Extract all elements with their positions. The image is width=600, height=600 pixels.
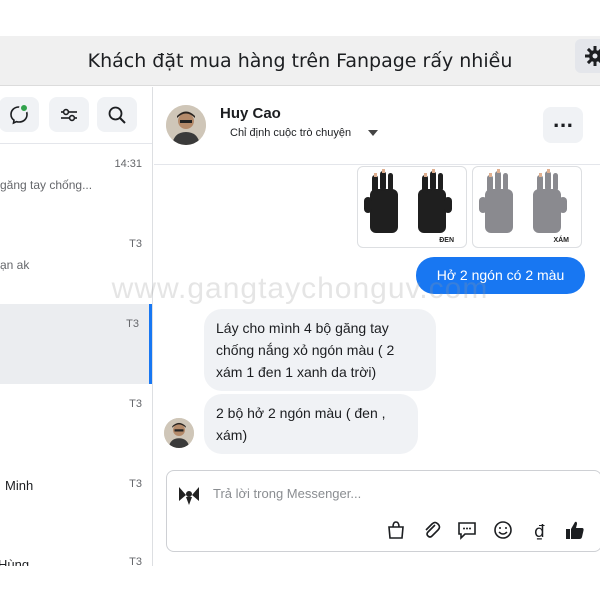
page-title: Khách đặt mua hàng trên Fanpage rấy nhiề… [87, 50, 513, 72]
conversation-list-panel: 14:31 găng tay chống... T3 ạn ak T3 T3 T… [0, 87, 153, 567]
glove-image [364, 169, 452, 233]
svg-text:₫: ₫ [534, 522, 545, 541]
contact-avatar[interactable] [166, 105, 206, 145]
conversation-time: 14:31 [114, 158, 142, 170]
conversation-item[interactable]: T3 [0, 384, 152, 464]
settings-button[interactable] [575, 39, 600, 73]
conversation-item[interactable]: T3 Minh [0, 464, 152, 544]
search-icon [108, 106, 126, 124]
glove-shape [364, 171, 452, 233]
glove-image [479, 169, 567, 233]
conversation-item[interactable]: 14:31 găng tay chống... [0, 144, 152, 224]
thumbs-up-icon[interactable] [564, 519, 586, 541]
contact-avatar-small [164, 418, 194, 448]
conversation-time: T3 [129, 238, 142, 250]
outgoing-message: Hở 2 ngón có 2 màu [416, 257, 585, 294]
incoming-message: 2 bộ hở 2 ngón màu ( đen , xám) [204, 394, 418, 454]
currency-dong-icon[interactable]: ₫ [528, 519, 550, 541]
top-margin [0, 0, 600, 36]
sliders-icon [61, 108, 77, 122]
person-photo-icon [164, 418, 194, 448]
contact-name: Huy Cao [220, 105, 281, 122]
conversation-item-active[interactable]: T3 [0, 304, 152, 384]
shopping-bag-icon[interactable] [385, 519, 407, 541]
messenger-filter-button[interactable] [0, 97, 39, 132]
product-image-grey-gloves[interactable]: XÁM [472, 166, 582, 248]
product-color-label: XÁM [553, 237, 569, 244]
conversation-name: Minh [5, 478, 34, 493]
more-options-button[interactable]: ... [543, 107, 583, 143]
reply-input[interactable]: Trả lời trong Messenger... [213, 486, 361, 501]
reply-composer[interactable]: Trả lời trong Messenger... ₫ [166, 470, 600, 552]
incoming-message: Láy cho mình 4 bộ găng tay chống nắng xỏ… [204, 309, 436, 391]
online-indicator [19, 103, 29, 113]
conversation-item[interactable]: T3 ạn ak [0, 224, 152, 304]
conversation-snippet: găng tay chống... [0, 178, 93, 192]
conversation-snippet: ạn ak [0, 258, 30, 272]
conversation-time: T3 [129, 398, 142, 410]
page-avatar [175, 481, 203, 509]
assign-conversation-link[interactable]: Chỉ định cuộc trò chuyện [230, 127, 351, 139]
product-color-label: ĐEN [439, 237, 454, 244]
bird-logo-icon [179, 487, 199, 505]
person-photo-icon [166, 105, 206, 145]
message-area: ĐEN XÁM Hở 2 ngón có 2 màu Láy cho mình [154, 166, 600, 466]
emoji-icon[interactable] [492, 519, 514, 541]
attachment-icon[interactable] [420, 519, 442, 541]
conversation-item[interactable]: T3 Hùng [0, 544, 152, 567]
chat-header: Huy Cao Chỉ định cuộc trò chuyện ... [154, 87, 600, 165]
title-bar: Khách đặt mua hàng trên Fanpage rấy nhiề… [0, 36, 600, 86]
filter-button[interactable] [49, 97, 89, 132]
bottom-margin [0, 566, 600, 600]
gear-icon [585, 46, 600, 66]
search-button[interactable] [97, 97, 137, 132]
saved-reply-icon[interactable] [456, 519, 478, 541]
caret-down-icon[interactable] [368, 130, 378, 136]
conversation-time: T3 [126, 318, 139, 330]
product-image-black-gloves[interactable]: ĐEN [357, 166, 467, 248]
conversation-time: T3 [129, 478, 142, 490]
glove-shape [479, 171, 567, 233]
